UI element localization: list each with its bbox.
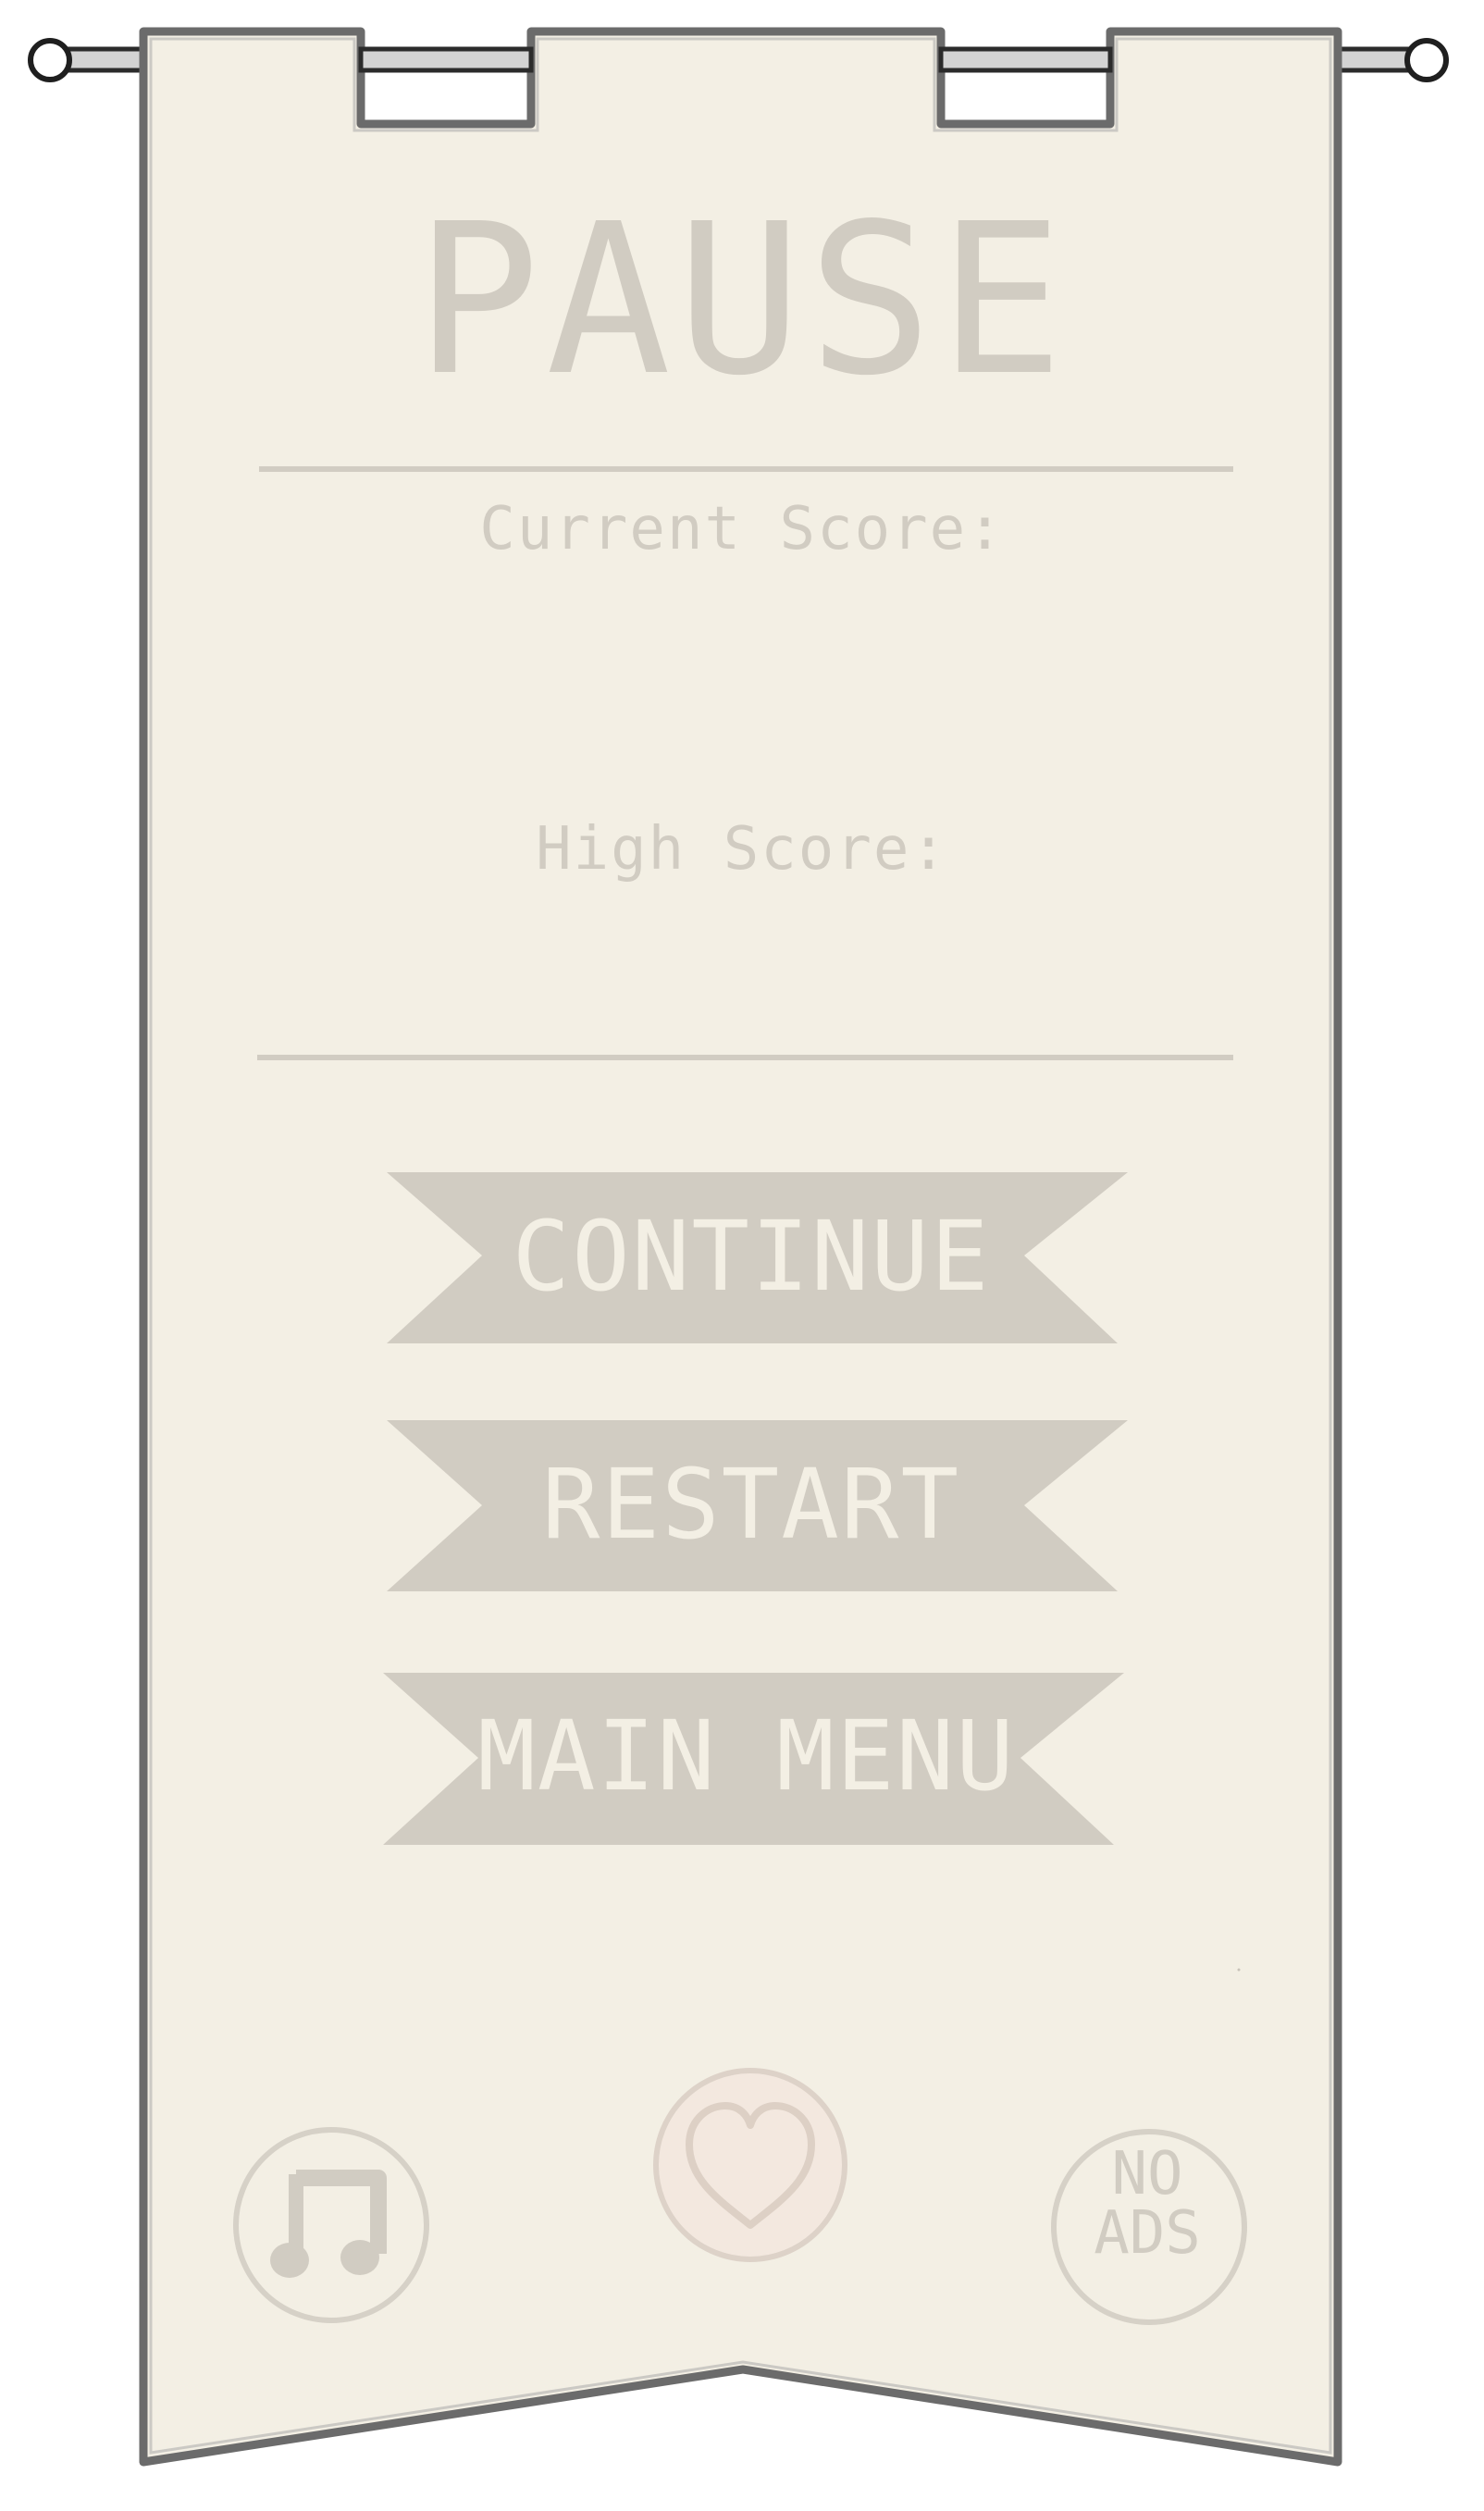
pause-screen: PAUSE Current Score: High Score: CONTINU…	[0, 0, 1484, 2511]
pause-title: PAUSE	[414, 179, 1070, 422]
current-score-label: Current Score:	[479, 495, 1005, 563]
like-button[interactable]	[653, 2068, 847, 2262]
rod-end-right-icon	[1404, 38, 1449, 82]
main-menu-button[interactable]	[383, 1673, 1124, 1845]
restart-button[interactable]	[387, 1420, 1128, 1591]
no-ads-button[interactable]	[1051, 2129, 1247, 2325]
music-toggle-button[interactable]	[233, 2127, 429, 2323]
high-score-label: High Score:	[536, 815, 948, 884]
rod-end-left-icon	[28, 38, 72, 82]
continue-button[interactable]	[387, 1172, 1128, 1343]
